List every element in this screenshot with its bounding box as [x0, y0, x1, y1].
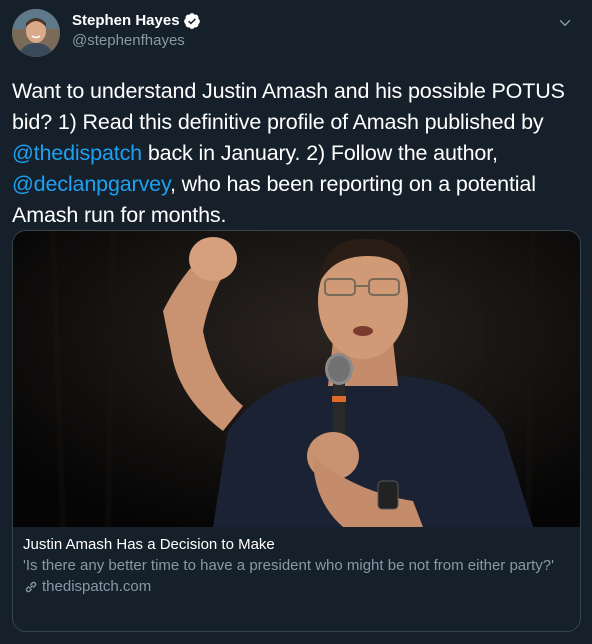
tweet-text: Want to understand Justin Amash and his …	[12, 76, 584, 231]
tweet-text-part: Want to understand Justin Amash and his …	[12, 79, 565, 134]
author-handle[interactable]: @stephenfhayes	[72, 31, 201, 51]
card-body: Justin Amash Has a Decision to Make 'Is …	[13, 527, 580, 597]
author-names: Stephen Hayes @stephenfhayes	[72, 11, 201, 51]
link-preview-card[interactable]: Justin Amash Has a Decision to Make 'Is …	[12, 230, 581, 632]
tweet-header: Stephen Hayes @stephenfhayes	[12, 8, 580, 58]
more-options-button[interactable]	[554, 12, 576, 34]
tweet-text-part: back in January. 2) Follow the author,	[142, 141, 498, 165]
card-domain-text: thedispatch.com	[42, 578, 152, 595]
card-domain: thedispatch.com	[23, 577, 570, 597]
verified-badge-icon	[183, 12, 201, 30]
avatar[interactable]	[12, 9, 60, 57]
card-title: Justin Amash Has a Decision to Make	[23, 536, 275, 553]
tweet: Stephen Hayes @stephenfhayes Want to und…	[0, 0, 592, 644]
chevron-down-icon	[559, 20, 571, 26]
card-image[interactable]	[13, 231, 580, 527]
mention-link-declanpgarvey[interactable]: @declanpgarvey	[12, 172, 170, 196]
card-description: 'Is there any better time to have a pres…	[23, 557, 555, 574]
avatar-image	[12, 9, 60, 57]
mention-link-thedispatch[interactable]: @thedispatch	[12, 141, 142, 165]
display-name[interactable]: Stephen Hayes	[72, 11, 180, 31]
link-icon	[23, 579, 39, 595]
name-row: Stephen Hayes	[72, 11, 201, 31]
